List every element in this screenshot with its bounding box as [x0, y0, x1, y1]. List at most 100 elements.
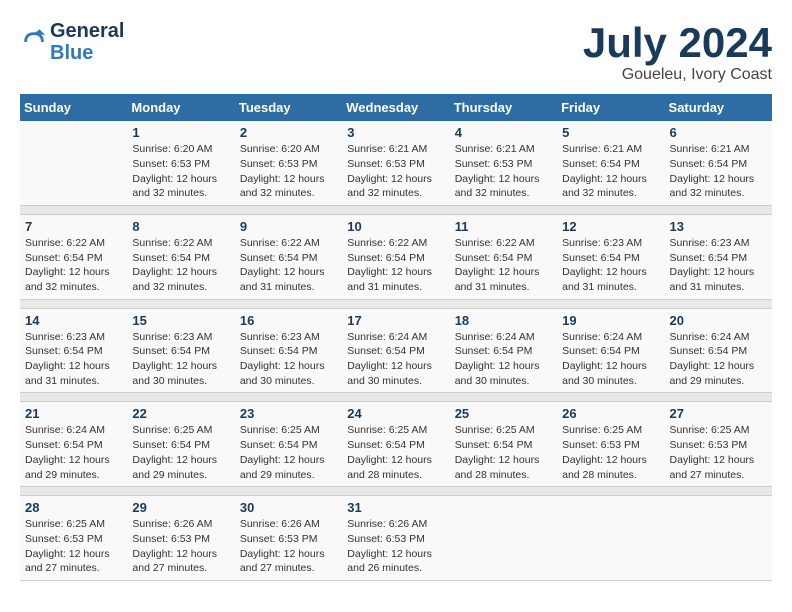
col-wednesday: Wednesday — [342, 94, 449, 121]
day-info: Sunrise: 6:25 AM Sunset: 6:54 PM Dayligh… — [455, 423, 552, 482]
day-info: Sunrise: 6:25 AM Sunset: 6:54 PM Dayligh… — [132, 423, 229, 482]
day-info: Sunrise: 6:21 AM Sunset: 6:53 PM Dayligh… — [455, 142, 552, 201]
day-info: Sunrise: 6:23 AM Sunset: 6:54 PM Dayligh… — [670, 236, 767, 295]
table-row — [665, 496, 772, 581]
day-info: Sunrise: 6:22 AM Sunset: 6:54 PM Dayligh… — [240, 236, 337, 295]
logo: General Blue — [20, 20, 124, 64]
day-info: Sunrise: 6:22 AM Sunset: 6:54 PM Dayligh… — [455, 236, 552, 295]
day-number: 29 — [132, 500, 229, 515]
day-info: Sunrise: 6:24 AM Sunset: 6:54 PM Dayligh… — [25, 423, 122, 482]
table-row: 27Sunrise: 6:25 AM Sunset: 6:53 PM Dayli… — [665, 402, 772, 487]
col-friday: Friday — [557, 94, 664, 121]
day-info: Sunrise: 6:23 AM Sunset: 6:54 PM Dayligh… — [240, 330, 337, 389]
day-info: Sunrise: 6:25 AM Sunset: 6:54 PM Dayligh… — [347, 423, 444, 482]
table-row: 1 Sunrise: 6:20 AM Sunset: 6:53 PM Daylig… — [127, 121, 234, 205]
day-info: Sunrise: 6:21 AM Sunset: 6:54 PM Dayligh… — [670, 142, 767, 201]
day-number: 5 — [562, 125, 659, 140]
day-number: 6 — [670, 125, 767, 140]
day-number: 7 — [25, 219, 122, 234]
table-row: 13Sunrise: 6:23 AM Sunset: 6:54 PM Dayli… — [665, 214, 772, 299]
calendar-week-row: 21 Sunrise: 6:24 AM Sunset: 6:54 PM Dayli… — [20, 402, 772, 487]
day-info: Sunrise: 6:24 AM Sunset: 6:54 PM Dayligh… — [455, 330, 552, 389]
table-row: 21 Sunrise: 6:24 AM Sunset: 6:54 PM Dayli… — [20, 402, 127, 487]
week-separator — [20, 393, 772, 402]
day-number: 4 — [455, 125, 552, 140]
day-info: Sunrise: 6:22 AM Sunset: 6:54 PM Dayligh… — [347, 236, 444, 295]
col-tuesday: Tuesday — [235, 94, 342, 121]
day-number: 30 — [240, 500, 337, 515]
table-row: 25Sunrise: 6:25 AM Sunset: 6:54 PM Dayli… — [450, 402, 557, 487]
day-number: 14 — [25, 313, 122, 328]
day-number: 24 — [347, 406, 444, 421]
table-row: 9 Sunrise: 6:22 AM Sunset: 6:54 PM Daylig… — [235, 214, 342, 299]
table-row: 7 Sunrise: 6:22 AM Sunset: 6:54 PM Daylig… — [20, 214, 127, 299]
table-row — [450, 496, 557, 581]
table-row: 20Sunrise: 6:24 AM Sunset: 6:54 PM Dayli… — [665, 308, 772, 393]
day-info: Sunrise: 6:23 AM Sunset: 6:54 PM Dayligh… — [132, 330, 229, 389]
day-info: Sunrise: 6:25 AM Sunset: 6:53 PM Dayligh… — [25, 517, 122, 576]
calendar-week-row: 1 Sunrise: 6:20 AM Sunset: 6:53 PM Daylig… — [20, 121, 772, 205]
table-row: 31 Sunrise: 6:26 AM Sunset: 6:53 PM Dayli… — [342, 496, 449, 581]
day-number: 21 — [25, 406, 122, 421]
day-info: Sunrise: 6:23 AM Sunset: 6:54 PM Dayligh… — [562, 236, 659, 295]
day-info: Sunrise: 6:21 AM Sunset: 6:53 PM Dayligh… — [347, 142, 444, 201]
calendar-table: Sunday Monday Tuesday Wednesday Thursday… — [20, 94, 772, 581]
day-info: Sunrise: 6:22 AM Sunset: 6:54 PM Dayligh… — [25, 236, 122, 295]
table-row: 2 Sunrise: 6:20 AM Sunset: 6:53 PM Daylig… — [235, 121, 342, 205]
day-number: 3 — [347, 125, 444, 140]
page-header: General Blue July 2024 Goueleu, Ivory Co… — [20, 20, 772, 84]
day-info: Sunrise: 6:20 AM Sunset: 6:53 PM Dayligh… — [240, 142, 337, 201]
logo-icon — [20, 28, 48, 56]
day-info: Sunrise: 6:20 AM Sunset: 6:53 PM Dayligh… — [132, 142, 229, 201]
day-number: 18 — [455, 313, 552, 328]
table-row — [20, 121, 127, 205]
day-number: 19 — [562, 313, 659, 328]
day-number: 20 — [670, 313, 767, 328]
table-row: 14Sunrise: 6:23 AM Sunset: 6:54 PM Dayli… — [20, 308, 127, 393]
table-row: 23 Sunrise: 6:25 AM Sunset: 6:54 PM Dayli… — [235, 402, 342, 487]
col-thursday: Thursday — [450, 94, 557, 121]
month-title: July 2024 — [583, 20, 772, 66]
day-number: 8 — [132, 219, 229, 234]
table-row: 29 Sunrise: 6:26 AM Sunset: 6:53 PM Dayli… — [127, 496, 234, 581]
table-row: 10Sunrise: 6:22 AM Sunset: 6:54 PM Dayli… — [342, 214, 449, 299]
calendar-week-row: 14 Sunrise: 6:23 AM Sunset: 6:54 PM Dayli… — [20, 308, 772, 393]
day-number: 22 — [132, 406, 229, 421]
day-number: 23 — [240, 406, 337, 421]
col-sunday: Sunday — [20, 94, 127, 121]
table-row: 17Sunrise: 6:24 AM Sunset: 6:54 PM Dayli… — [342, 308, 449, 393]
day-number: 12 — [562, 219, 659, 234]
location: Goueleu, Ivory Coast — [583, 66, 772, 84]
day-number: 31 — [347, 500, 444, 515]
day-number: 2 — [240, 125, 337, 140]
title-block: July 2024 Goueleu, Ivory Coast — [583, 20, 772, 84]
table-row: 5 Sunrise: 6:21 AM Sunset: 6:54 PM Daylig… — [557, 121, 664, 205]
day-info: Sunrise: 6:26 AM Sunset: 6:53 PM Dayligh… — [347, 517, 444, 576]
week-separator — [20, 299, 772, 308]
table-row: 11Sunrise: 6:22 AM Sunset: 6:54 PM Dayli… — [450, 214, 557, 299]
calendar-week-row: 7 Sunrise: 6:22 AM Sunset: 6:54 PM Daylig… — [20, 214, 772, 299]
table-row: 18 Sunrise: 6:24 AM Sunset: 6:54 PM Dayli… — [450, 308, 557, 393]
calendar-week-row: 28Sunrise: 6:25 AM Sunset: 6:53 PM Dayli… — [20, 496, 772, 581]
day-number: 27 — [670, 406, 767, 421]
week-separator — [20, 487, 772, 496]
day-number: 1 — [132, 125, 229, 140]
day-info: Sunrise: 6:24 AM Sunset: 6:54 PM Dayligh… — [347, 330, 444, 389]
table-row: 24 Sunrise: 6:25 AM Sunset: 6:54 PM Dayli… — [342, 402, 449, 487]
table-row: 28Sunrise: 6:25 AM Sunset: 6:53 PM Dayli… — [20, 496, 127, 581]
col-monday: Monday — [127, 94, 234, 121]
table-row — [557, 496, 664, 581]
day-number: 26 — [562, 406, 659, 421]
table-row: 12 Sunrise: 6:23 AM Sunset: 6:54 PM Dayli… — [557, 214, 664, 299]
day-number: 9 — [240, 219, 337, 234]
day-info: Sunrise: 6:25 AM Sunset: 6:53 PM Dayligh… — [562, 423, 659, 482]
table-row: 4 Sunrise: 6:21 AM Sunset: 6:53 PM Daylig… — [450, 121, 557, 205]
day-info: Sunrise: 6:26 AM Sunset: 6:53 PM Dayligh… — [240, 517, 337, 576]
col-saturday: Saturday — [665, 94, 772, 121]
day-number: 16 — [240, 313, 337, 328]
day-info: Sunrise: 6:26 AM Sunset: 6:53 PM Dayligh… — [132, 517, 229, 576]
day-number: 15 — [132, 313, 229, 328]
table-row: 22 Sunrise: 6:25 AM Sunset: 6:54 PM Dayli… — [127, 402, 234, 487]
day-info: Sunrise: 6:25 AM Sunset: 6:54 PM Dayligh… — [240, 423, 337, 482]
day-info: Sunrise: 6:21 AM Sunset: 6:54 PM Dayligh… — [562, 142, 659, 201]
